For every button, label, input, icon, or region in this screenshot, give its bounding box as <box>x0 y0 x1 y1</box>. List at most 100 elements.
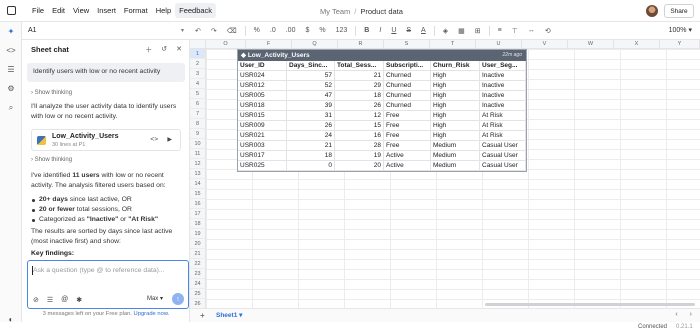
code-icon[interactable]: <> <box>0 41 22 60</box>
italic-button[interactable]: I <box>374 27 386 34</box>
currency-format-button[interactable]: $ <box>300 27 314 34</box>
table-cell[interactable]: Active <box>384 151 431 161</box>
column-header-x[interactable]: X <box>614 40 660 49</box>
column-header-w[interactable]: W <box>568 40 614 49</box>
number-format-button[interactable]: 123 <box>331 27 353 34</box>
new-chat-icon[interactable]: ＋ <box>145 45 152 55</box>
table-cell[interactable]: 16 <box>335 131 384 141</box>
table-cell[interactable]: USR003 <box>238 141 287 151</box>
table-cell[interactable]: USR009 <box>238 121 287 131</box>
table-cell[interactable]: 15 <box>335 121 384 131</box>
row-header-10[interactable]: 10 <box>190 139 206 149</box>
table-cell[interactable]: Casual User <box>480 141 526 151</box>
output-table[interactable]: ◆ Low_Activity_Users 22m ago User_ID Days_… <box>237 49 527 172</box>
table-cell[interactable]: Churned <box>384 81 431 91</box>
table-cell[interactable]: Inactive <box>480 71 526 81</box>
table-cell[interactable]: 52 <box>287 81 335 91</box>
menu-item-format[interactable]: Format <box>120 3 152 18</box>
database-icon[interactable]: ☰ <box>47 296 53 304</box>
row-header-1[interactable]: 1 <box>190 49 206 59</box>
paint-format-icon[interactable]: ⌫ <box>222 27 242 35</box>
bold-button[interactable]: B <box>359 27 374 34</box>
table-cell[interactable]: USR024 <box>238 71 287 81</box>
table-cell[interactable]: 24 <box>287 131 335 141</box>
table-cell[interactable]: Churned <box>384 91 431 101</box>
row-header-13[interactable]: 13 <box>190 169 206 179</box>
column-header-y[interactable]: Y <box>660 40 700 49</box>
show-thinking-toggle[interactable]: › Show thinking <box>31 90 72 96</box>
sheet-tab-sheet1[interactable]: Sheet1 ▾ <box>216 311 242 319</box>
table-cell[interactable]: 12 <box>335 111 384 121</box>
row-header-20[interactable]: 20 <box>190 239 206 249</box>
column-header-f[interactable]: F <box>246 40 292 49</box>
table-cell[interactable]: 18 <box>287 151 335 161</box>
table-cell[interactable]: 21 <box>287 141 335 151</box>
table-cell[interactable]: High <box>431 81 480 91</box>
menu-item-edit[interactable]: Edit <box>48 3 69 18</box>
row-header-3[interactable]: 3 <box>190 69 206 79</box>
table-cell[interactable]: At Risk <box>480 131 526 141</box>
tools-icon[interactable]: ✱ <box>76 296 82 304</box>
close-icon[interactable]: ✕ <box>176 45 182 55</box>
table-cell[interactable]: Inactive <box>480 91 526 101</box>
table-cell[interactable]: Casual User <box>480 151 526 161</box>
run-icon[interactable]: ▶ <box>167 136 172 143</box>
undo-icon[interactable]: ↶ <box>190 27 206 35</box>
table-cell[interactable]: 20 <box>335 161 384 171</box>
scroll-right-icon[interactable]: › <box>690 311 692 318</box>
table-cell[interactable]: Medium <box>431 161 480 171</box>
menu-item-view[interactable]: View <box>69 3 93 18</box>
column-header-cell[interactable]: User_Seg... <box>480 61 526 71</box>
column-header-cell[interactable]: User_ID <box>238 61 287 71</box>
redo-icon[interactable]: ↷ <box>206 27 222 35</box>
corner-cell[interactable] <box>190 40 206 49</box>
table-cell[interactable]: High <box>431 91 480 101</box>
row-header-19[interactable]: 19 <box>190 229 206 239</box>
table-cell[interactable]: USR005 <box>238 91 287 101</box>
row-header-8[interactable]: 8 <box>190 119 206 129</box>
column-header-q[interactable]: Q <box>292 40 338 49</box>
decimal-increase-button[interactable]: .00 <box>281 27 301 34</box>
row-header-18[interactable]: 18 <box>190 219 206 229</box>
text-wrap-icon[interactable]: ↔ <box>523 27 540 34</box>
merge-icon[interactable]: ⊞ <box>470 27 486 35</box>
mention-icon[interactable]: @ <box>61 296 68 304</box>
column-header-v[interactable]: V <box>522 40 568 49</box>
column-header-cell[interactable]: Churn_Risk <box>431 61 480 71</box>
table-cell[interactable]: Free <box>384 121 431 131</box>
percent-format-button[interactable]: % <box>249 27 265 34</box>
column-header-cell[interactable]: Days_Sinc... <box>287 61 335 71</box>
model-select[interactable]: Max ▾ <box>147 295 163 302</box>
column-header-u[interactable]: U <box>476 40 522 49</box>
row-header-7[interactable]: 7 <box>190 109 206 119</box>
row-header-15[interactable]: 15 <box>190 189 206 199</box>
column-header-r[interactable]: R <box>338 40 384 49</box>
row-header-22[interactable]: 22 <box>190 259 206 269</box>
strikethrough-button[interactable]: S <box>401 27 416 34</box>
percent-button[interactable]: % <box>314 27 330 34</box>
table-cell[interactable]: Medium <box>431 151 480 161</box>
row-header-4[interactable]: 4 <box>190 79 206 89</box>
table-cell[interactable]: At Risk <box>480 121 526 131</box>
table-cell[interactable]: 31 <box>287 111 335 121</box>
avatar[interactable] <box>646 5 658 17</box>
row-header-21[interactable]: 21 <box>190 249 206 259</box>
send-button[interactable]: ↑ <box>172 293 184 305</box>
table-cell[interactable]: Inactive <box>480 101 526 111</box>
table-cell[interactable]: 21 <box>335 71 384 81</box>
table-cell[interactable]: Medium <box>431 141 480 151</box>
table-cell[interactable]: 39 <box>287 101 335 111</box>
table-cell[interactable]: 26 <box>287 121 335 131</box>
code-card[interactable]: Low_Activity_Users 30 lines at P1 <> ▶ <box>31 129 181 151</box>
table-cell[interactable]: Free <box>384 111 431 121</box>
table-cell[interactable]: USR018 <box>238 101 287 111</box>
horizontal-scrollbar[interactable] <box>485 303 695 306</box>
add-sheet-button[interactable]: + <box>200 311 205 320</box>
row-header-6[interactable]: 6 <box>190 99 206 109</box>
text-rotate-icon[interactable]: ⟲ <box>540 27 556 35</box>
table-cell[interactable]: Inactive <box>480 81 526 91</box>
menu-item-file[interactable]: File <box>28 3 48 18</box>
table-cell[interactable]: USR021 <box>238 131 287 141</box>
upgrade-link[interactable]: Upgrade now. <box>134 311 170 317</box>
row-header-2[interactable]: 2 <box>190 59 206 69</box>
